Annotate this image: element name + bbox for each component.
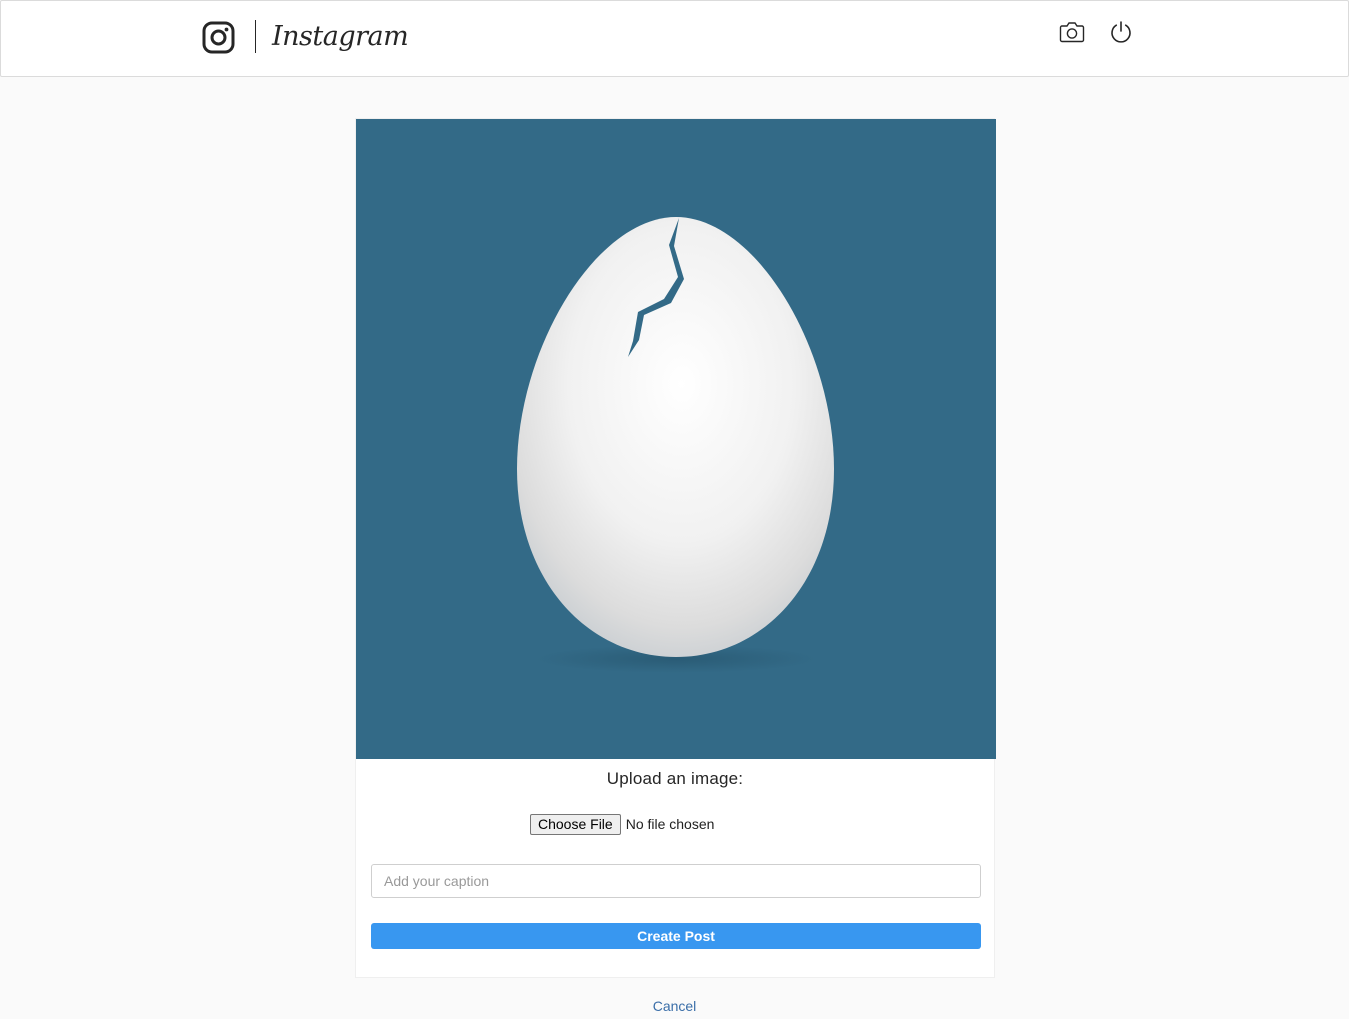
top-navbar: Instagram: [0, 0, 1349, 77]
file-picker: Choose File No file chosen: [530, 813, 714, 835]
create-post-card: Upload an image: Choose File No file cho…: [355, 118, 996, 978]
brand-divider: [255, 20, 256, 53]
logout-button[interactable]: [1107, 18, 1135, 46]
file-status-text: No file chosen: [625, 816, 715, 832]
create-post-button[interactable]: Create Post: [371, 923, 981, 949]
image-preview: [356, 119, 996, 759]
upload-label: Upload an image:: [606, 769, 744, 788]
egg-avatar-image: [517, 217, 834, 673]
brand-wordmark[interactable]: Instagram: [272, 18, 409, 56]
cancel-link[interactable]: Cancel: [0, 998, 1349, 1014]
instagram-glyph-icon[interactable]: [202, 21, 235, 54]
power-icon: [1111, 21, 1131, 43]
caption-input[interactable]: [371, 864, 981, 898]
choose-file-button[interactable]: Choose File: [530, 813, 621, 835]
new-post-button[interactable]: [1058, 18, 1086, 46]
camera-icon: [1059, 22, 1085, 43]
